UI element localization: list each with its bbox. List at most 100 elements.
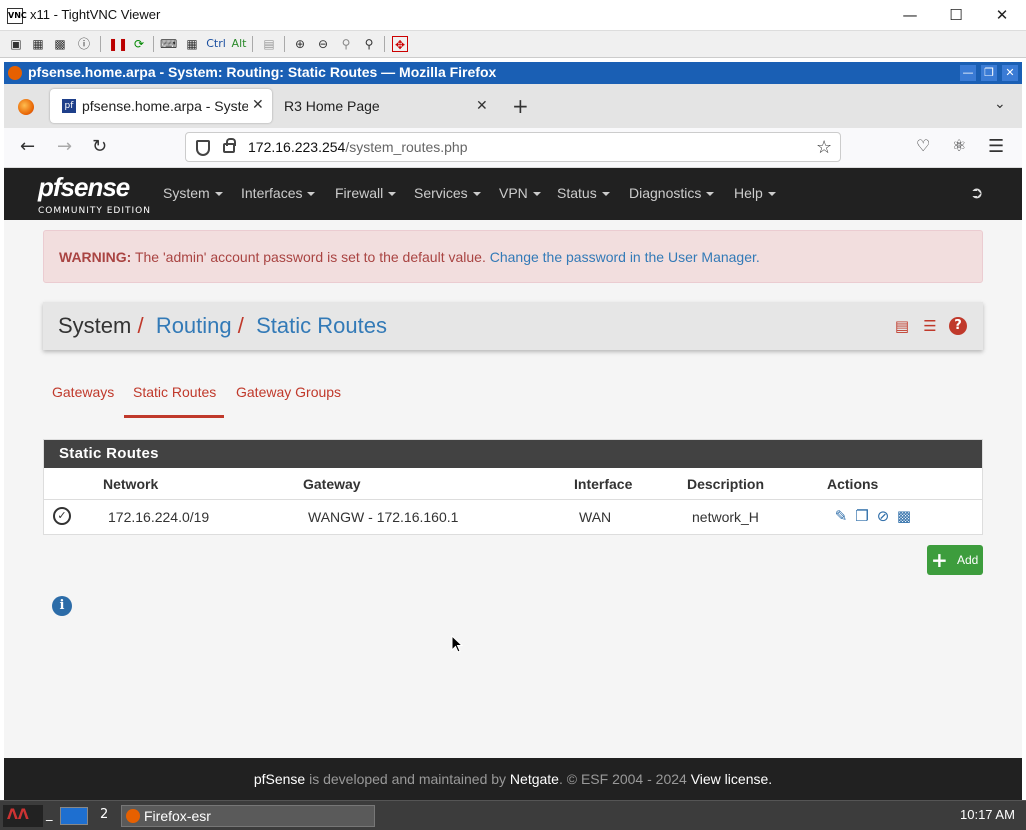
logo-subtitle: COMMUNITY EDITION — [38, 206, 151, 216]
minimize-all-icon[interactable]: _ — [46, 807, 53, 822]
ctrl-key-button[interactable]: Ctrl — [206, 36, 226, 52]
netgate-link[interactable]: Netgate — [510, 771, 559, 787]
ff-close-button[interactable]: ✕ — [1002, 65, 1018, 81]
workspace-2-button[interactable]: 2 — [100, 807, 108, 822]
url-bar[interactable]: 172.16.223.254/system_routes.php ☆ — [185, 132, 841, 162]
minimize-button[interactable]: — — [888, 4, 932, 26]
fullscreen-icon[interactable]: ✥ — [392, 36, 408, 52]
refresh-icon[interactable]: ⟳ — [131, 36, 147, 52]
firefox-icon — [126, 809, 140, 823]
breadcrumb-system: System — [58, 313, 132, 338]
menu-system[interactable]: System — [163, 185, 223, 201]
extensions-icon[interactable]: ⚛ — [952, 136, 966, 155]
tab-gateways[interactable]: Gateways — [52, 384, 114, 400]
zoom-out-icon[interactable]: ⊖ — [315, 36, 331, 52]
pfsense-logo[interactable]: pfsense COMMUNITY EDITION — [38, 172, 150, 216]
page-footer: pfSense is developed and maintained by N… — [4, 758, 1022, 800]
hamburger-menu-icon[interactable]: ☰ — [988, 136, 1004, 157]
footer-brand: pfSense — [253, 771, 306, 787]
firefox-titlebar: pfsense.home.arpa - System: Routing: Sta… — [4, 62, 1022, 84]
tab-label: R3 Home Page — [284, 98, 380, 114]
copy-icon[interactable]: ❐ — [853, 507, 871, 525]
clipboard-icon[interactable]: ▤ — [261, 36, 277, 52]
maximize-button[interactable]: ☐ — [934, 4, 978, 26]
zoom-100-icon[interactable]: ⚲ — [338, 36, 354, 52]
menu-status[interactable]: Status — [557, 185, 610, 201]
workspace-1-button[interactable] — [60, 807, 88, 825]
add-label: Add — [957, 553, 979, 567]
toolbar-divider — [100, 36, 101, 52]
panel-title: Static Routes — [59, 445, 159, 462]
task-label: Firefox-esr — [144, 808, 211, 824]
bookmark-star-icon[interactable]: ☆ — [816, 137, 832, 158]
save-icon[interactable]: ▦ — [30, 36, 46, 52]
ctrl-alt-del-icon[interactable]: ⌨ — [160, 36, 177, 52]
options-icon[interactable]: ▩ — [52, 36, 68, 52]
pause-icon[interactable]: ❚❚ — [108, 36, 128, 52]
menu-interfaces[interactable]: Interfaces — [241, 185, 316, 201]
col-network: Network — [103, 476, 159, 492]
breadcrumb-routing[interactable]: Routing — [156, 313, 232, 338]
footer-text: is developed and maintained by — [305, 771, 510, 787]
pfsense-navbar: pfsense COMMUNITY EDITION System Interfa… — [4, 168, 1022, 220]
new-connection-icon[interactable]: ▣ — [8, 36, 24, 52]
change-password-link[interactable]: Change the password in the User Manager. — [490, 249, 760, 265]
col-interface: Interface — [574, 476, 633, 492]
help-icon[interactable]: ? — [949, 317, 967, 335]
col-description: Description — [687, 476, 765, 492]
reload-icon[interactable]: ↻ — [92, 136, 107, 157]
ff-minimize-button[interactable]: — — [960, 65, 976, 81]
menu-diagnostics[interactable]: Diagnostics — [629, 185, 715, 201]
taskbar-firefox-button[interactable]: Firefox-esr — [121, 805, 375, 827]
url-text[interactable]: 172.16.223.254/system_routes.php — [248, 139, 468, 155]
main-content: WARNING: The 'admin' account password is… — [4, 220, 1022, 758]
back-arrow-icon[interactable]: ← — [20, 136, 35, 157]
breadcrumb-separator: / — [231, 313, 257, 338]
delete-trash-icon[interactable]: ▩ — [895, 507, 913, 525]
info-icon[interactable]: i — [52, 596, 72, 616]
tracking-protection-shield-icon[interactable] — [196, 140, 210, 156]
tab-gateway-groups[interactable]: Gateway Groups — [236, 384, 341, 400]
new-tab-icon[interactable]: + — [512, 94, 529, 118]
close-button[interactable]: ✕ — [980, 4, 1024, 26]
plus-icon: + — [931, 548, 948, 572]
menu-firewall[interactable]: Firewall — [335, 185, 397, 201]
edit-pencil-icon[interactable]: ✎ — [832, 507, 850, 525]
breadcrumb-static-routes[interactable]: Static Routes — [256, 313, 387, 338]
win-key-icon[interactable]: ▦ — [184, 36, 200, 52]
alt-key-button[interactable]: Alt — [230, 36, 248, 52]
firefox-icon — [8, 66, 22, 80]
add-button[interactable]: + Add — [927, 545, 983, 575]
status-chart-icon[interactable]: ▤ — [893, 317, 911, 335]
view-license-link[interactable]: View license. — [691, 771, 772, 787]
zoom-in-icon[interactable]: ⊕ — [292, 36, 308, 52]
pocket-icon[interactable]: ♡ — [916, 136, 930, 155]
cell-description: network_H — [692, 509, 759, 525]
mouse-cursor-icon — [451, 635, 463, 653]
close-tab-icon[interactable]: ✕ — [476, 98, 488, 114]
start-menu-icon[interactable]: ΛΛ — [3, 805, 43, 827]
nav-bar: ← → ↻ 172.16.223.254/system_routes.php ☆… — [4, 128, 1022, 168]
menu-vpn[interactable]: VPN — [499, 185, 541, 201]
disable-icon[interactable]: ⊘ — [874, 507, 892, 525]
zoom-fit-icon[interactable]: ⚲ — [361, 36, 377, 52]
vnc-logo-icon: VNC — [7, 8, 27, 24]
tab-pfsense[interactable]: pf pfsense.home.arpa - System: Routing ✕ — [50, 89, 272, 123]
logout-icon[interactable]: ➲ — [970, 183, 983, 202]
active-tab-underline — [124, 415, 224, 418]
tab-static-routes[interactable]: Static Routes — [133, 384, 216, 400]
menu-services[interactable]: Services — [414, 185, 481, 201]
forward-arrow-icon[interactable]: → — [57, 136, 72, 157]
toolbar-divider — [252, 36, 253, 52]
close-tab-icon[interactable]: ✕ — [252, 97, 264, 113]
menu-help[interactable]: Help — [734, 185, 776, 201]
pfsense-favicon-icon: pf — [62, 99, 76, 113]
col-actions: Actions — [827, 476, 879, 492]
log-list-icon[interactable]: ☰ — [921, 317, 939, 335]
clock: 10:17 AM — [960, 807, 1015, 822]
ff-restore-button[interactable]: ❐ — [981, 65, 997, 81]
list-tabs-chevron-icon[interactable]: ⌄ — [994, 96, 1006, 112]
insecure-lock-icon[interactable] — [223, 138, 236, 153]
firefox-view-icon[interactable] — [18, 99, 34, 115]
info-icon[interactable]: ⓘ — [76, 36, 92, 52]
